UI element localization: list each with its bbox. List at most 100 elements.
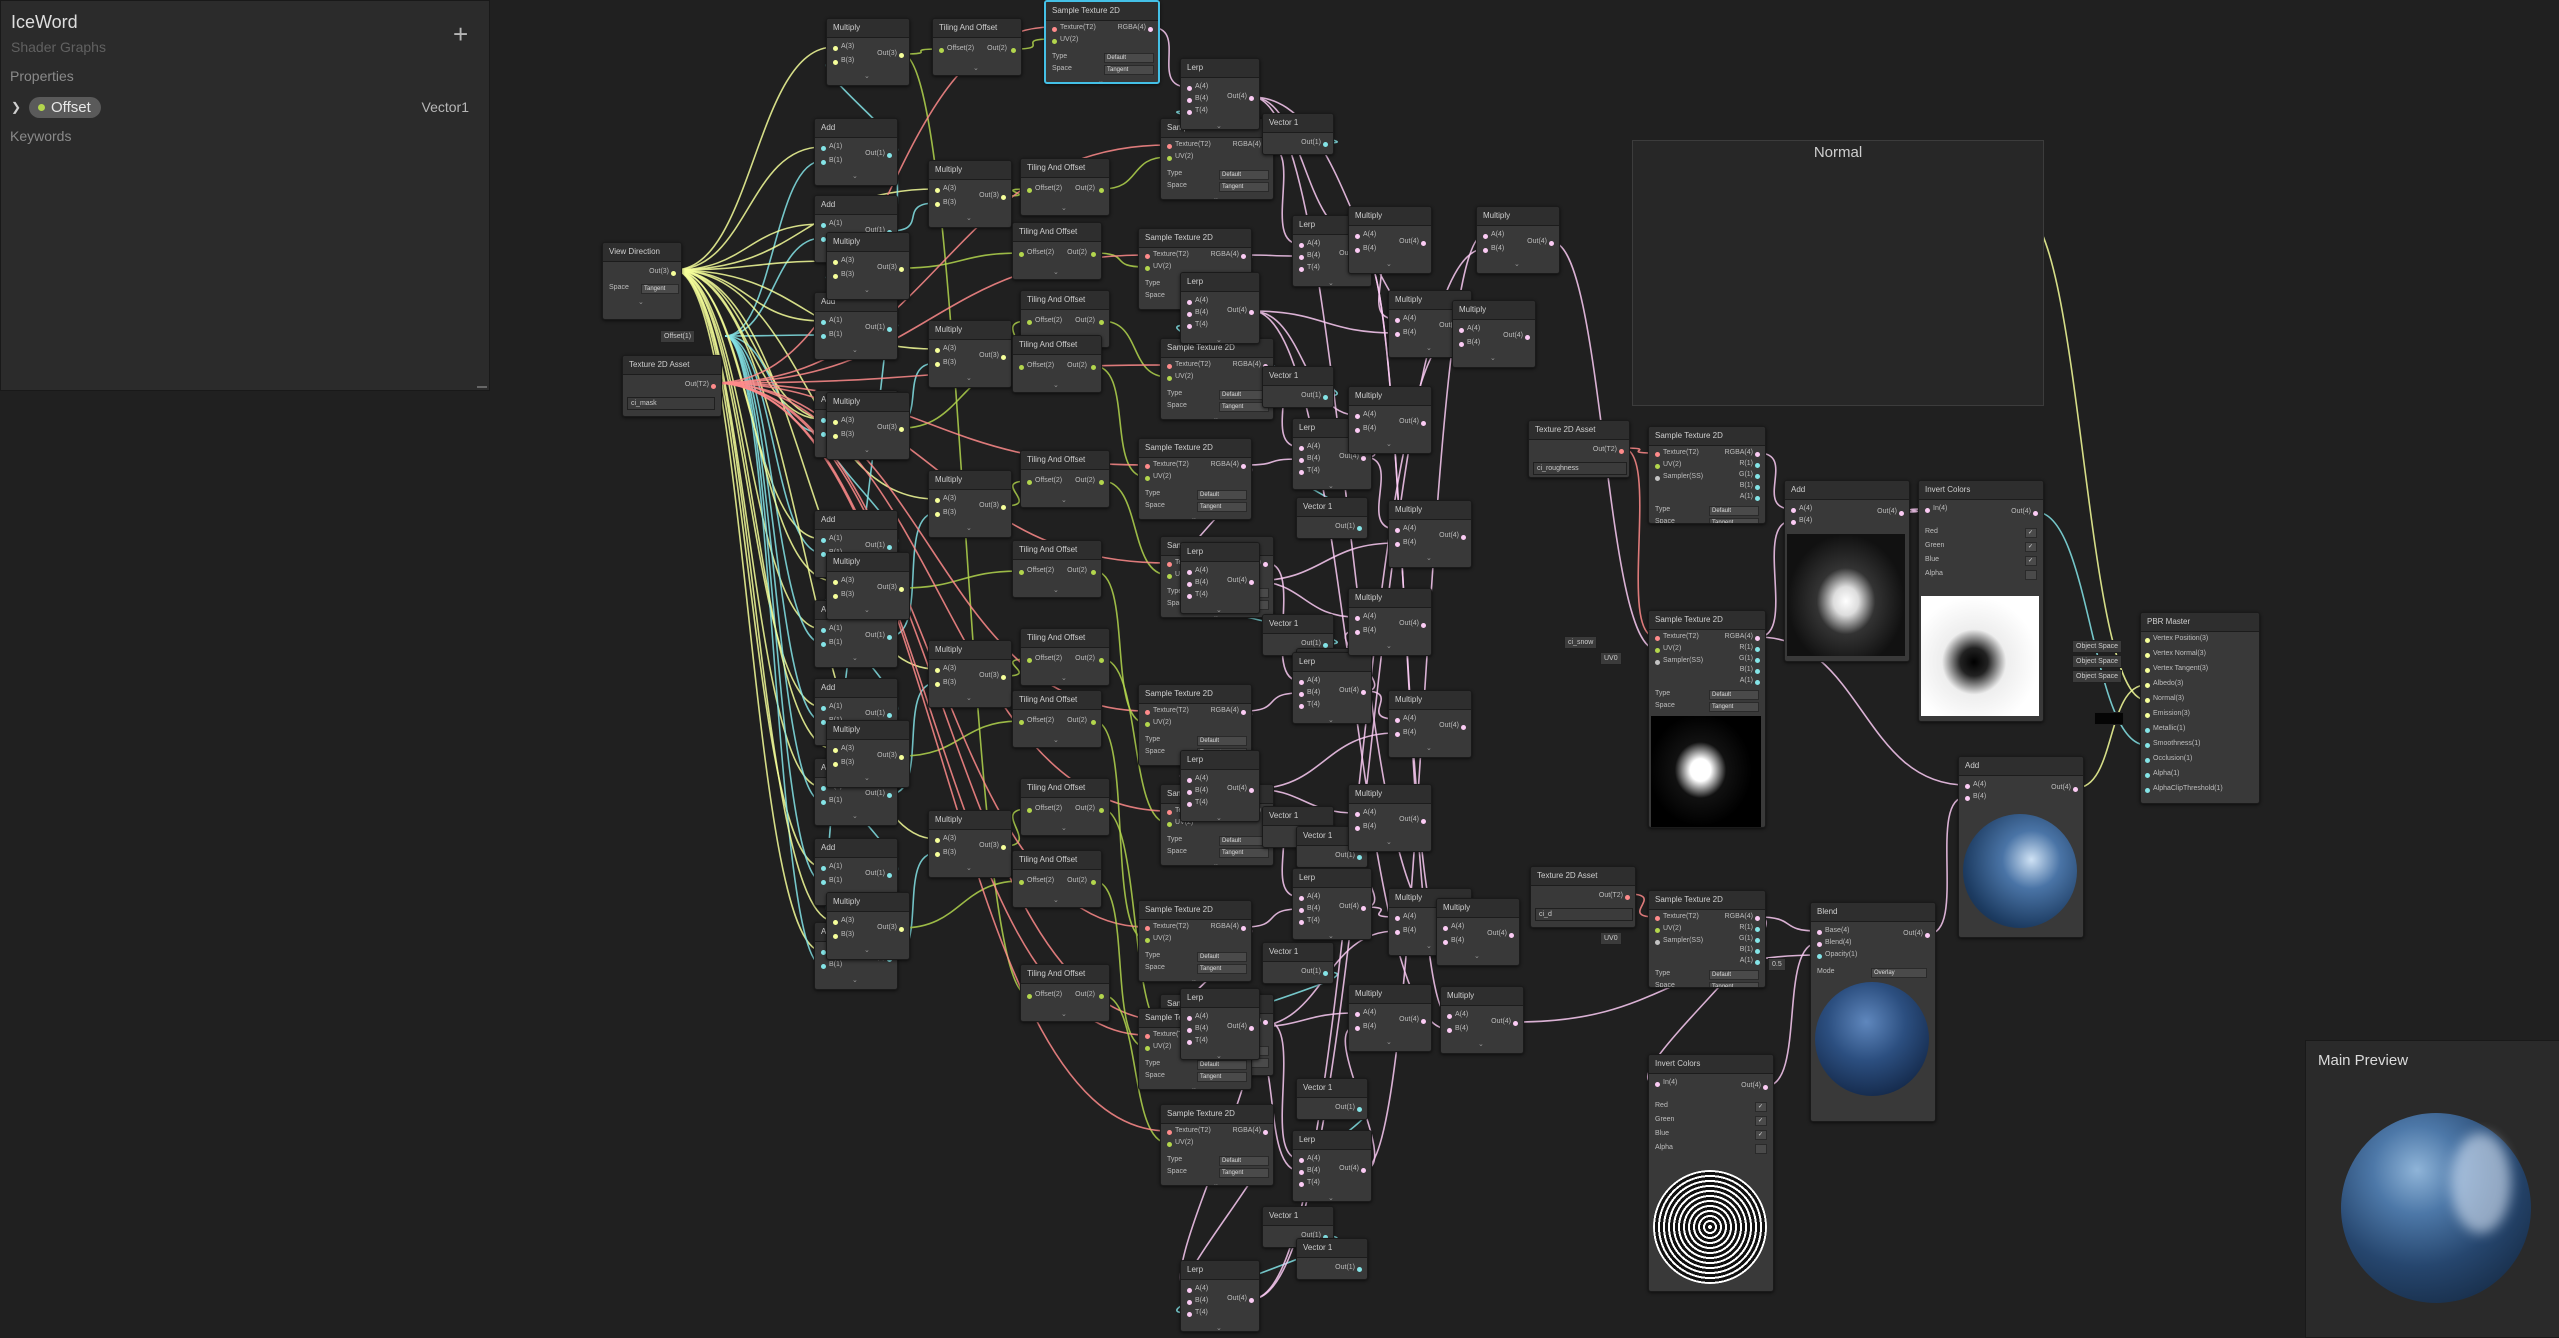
output-port[interactable] [1001, 195, 1006, 200]
input-port[interactable] [1395, 718, 1400, 723]
input-port[interactable] [1027, 808, 1032, 813]
type-dropdown[interactable]: Default [1197, 952, 1247, 962]
chevron-down-icon[interactable]: ⌄ [864, 446, 870, 454]
input-port[interactable] [2145, 743, 2150, 748]
output-port[interactable] [1513, 1021, 1518, 1026]
multiply-node[interactable]: Multiply A(4) B(4) Out(4) ⌄ [1388, 690, 1472, 758]
chevron-down-icon[interactable]: ⌄ [864, 286, 870, 294]
vector1-node[interactable]: Vector 1 Out(1) [1296, 1078, 1368, 1120]
input-port[interactable] [2145, 698, 2150, 703]
multiply-node[interactable]: Multiply A(4) B(4) Out(4) ⌄ [1348, 784, 1432, 852]
texture-asset-mask[interactable]: Texture 2D Asset Out(T2) ci_mask [622, 355, 722, 417]
input-port[interactable] [1355, 1012, 1360, 1017]
output-port[interactable] [1755, 658, 1760, 663]
tiling-offset-node[interactable]: Tiling And Offset Offset(2) Out(2) ⌄ [1020, 628, 1110, 686]
multiply-node[interactable]: Multiply A(3) B(3) Out(3) ⌄ [928, 470, 1012, 538]
input-port[interactable] [1791, 520, 1796, 525]
input-port[interactable] [1019, 720, 1024, 725]
output-port[interactable] [1421, 623, 1426, 628]
output-port[interactable] [1549, 241, 1554, 246]
input-port[interactable] [1395, 916, 1400, 921]
input-port[interactable] [2145, 638, 2150, 643]
chevron-down-icon[interactable]: ⌄ [1426, 942, 1432, 950]
input-port[interactable] [1145, 254, 1150, 259]
chevron-right-icon[interactable]: ❯ [11, 100, 21, 114]
input-port[interactable] [1395, 930, 1400, 935]
multiply-node[interactable]: Multiply A(4) B(4) Out(4) ⌄ [1476, 206, 1560, 274]
checkbox[interactable]: ✓ [2025, 556, 2037, 566]
chevron-down-icon[interactable]: ⌄ [1061, 1010, 1067, 1018]
output-port[interactable] [1249, 580, 1254, 585]
output-port[interactable] [1461, 535, 1466, 540]
input-port[interactable] [821, 223, 826, 228]
chevron-down-icon[interactable]: ⌄ [1514, 260, 1520, 268]
output-port[interactable] [1755, 463, 1760, 468]
chevron-down-icon[interactable]: ⌄ [1216, 122, 1222, 129]
output-port[interactable] [2073, 787, 2078, 792]
input-port[interactable] [1019, 880, 1024, 885]
chevron-down-icon[interactable]: ⌄ [1213, 1180, 1219, 1185]
space-field[interactable]: Object Space [2072, 655, 2123, 668]
space-dropdown[interactable]: Tangent [1197, 964, 1247, 974]
vector1-node[interactable]: Vector 1 Out(1) [1262, 366, 1334, 408]
input-port[interactable] [935, 682, 940, 687]
input-port[interactable] [1299, 1170, 1304, 1175]
input-port[interactable] [2145, 653, 2150, 658]
tiling-offset-node[interactable]: Tiling And Offset Offset(2) Out(2) ⌄ [1012, 540, 1102, 598]
output-port[interactable] [1525, 335, 1530, 340]
input-port[interactable] [1027, 320, 1032, 325]
input-port[interactable] [1355, 1026, 1360, 1031]
input-port[interactable] [1395, 732, 1400, 737]
input-port[interactable] [1965, 784, 1970, 789]
input-port[interactable] [821, 160, 826, 165]
input-port[interactable] [821, 800, 826, 805]
chevron-down-icon[interactable]: ⌄ [1386, 838, 1392, 846]
input-port[interactable] [1187, 1016, 1192, 1021]
multiply-node[interactable]: Multiply A(3) B(3) Out(3) ⌄ [826, 18, 910, 86]
output-port[interactable] [1099, 480, 1104, 485]
output-port[interactable] [1099, 658, 1104, 663]
chevron-down-icon[interactable]: ⌄ [1213, 860, 1219, 865]
chevron-down-icon[interactable]: ⌄ [1191, 514, 1197, 519]
add-node[interactable]: Add A(1) B(1) Out(1) ⌄ [814, 118, 898, 186]
input-port[interactable] [2145, 668, 2150, 673]
input-port[interactable] [1299, 680, 1304, 685]
type-dropdown[interactable]: Default [1709, 506, 1759, 516]
chevron-down-icon[interactable]: ⌄ [1216, 1052, 1222, 1059]
input-port[interactable] [821, 320, 826, 325]
chevron-down-icon[interactable]: ⌄ [1053, 586, 1059, 594]
input-port[interactable] [1145, 476, 1150, 481]
input-port[interactable] [1187, 1312, 1192, 1317]
space-dropdown[interactable]: Tangent [1709, 702, 1759, 712]
output-port[interactable] [1323, 971, 1328, 976]
checkbox[interactable] [1755, 1144, 1767, 1154]
output-port[interactable] [1755, 485, 1760, 490]
chevron-down-icon[interactable]: ⌄ [1426, 344, 1432, 352]
sample-texture-node[interactable]: Sample Texture 2D Texture(T2) UV(2) RGBA(4)… [1138, 900, 1252, 982]
output-port[interactable] [1755, 680, 1760, 685]
checkbox[interactable]: ✓ [2025, 542, 2037, 552]
invert-colors-node[interactable]: Invert Colors In(4) Out(4) Red ✓ Green ✓ Blue ✓ A… [1918, 480, 2044, 722]
input-port[interactable] [1965, 796, 1970, 801]
input-port[interactable] [1299, 908, 1304, 913]
input-port[interactable] [1167, 364, 1172, 369]
output-port[interactable] [1091, 365, 1096, 370]
output-port[interactable] [899, 587, 904, 592]
node-group-normal[interactable]: Normal [1632, 140, 2044, 406]
input-port[interactable] [1187, 86, 1192, 91]
input-port[interactable] [1299, 267, 1304, 272]
input-port[interactable] [1019, 252, 1024, 257]
checkbox[interactable]: ✓ [1755, 1102, 1767, 1112]
output-port[interactable] [887, 153, 892, 158]
input-port[interactable] [1187, 570, 1192, 575]
preview-sphere[interactable] [2341, 1113, 2531, 1303]
output-port[interactable] [1421, 421, 1426, 426]
output-port[interactable] [1323, 142, 1328, 147]
input-port[interactable] [935, 188, 940, 193]
chevron-down-icon[interactable]: ⌄ [1328, 1194, 1334, 1201]
tiling-offset-node[interactable]: Tiling And Offset Offset(2) Out(2) ⌄ [1012, 222, 1102, 280]
multiply-node[interactable]: Multiply A(4) B(4) Out(4) ⌄ [1348, 206, 1432, 274]
output-port[interactable] [1361, 906, 1366, 911]
chevron-down-icon[interactable]: ⌄ [1426, 744, 1432, 752]
texture-asset-roughness[interactable]: Texture 2D Asset Out(T2) ci_roughness [1528, 420, 1630, 478]
